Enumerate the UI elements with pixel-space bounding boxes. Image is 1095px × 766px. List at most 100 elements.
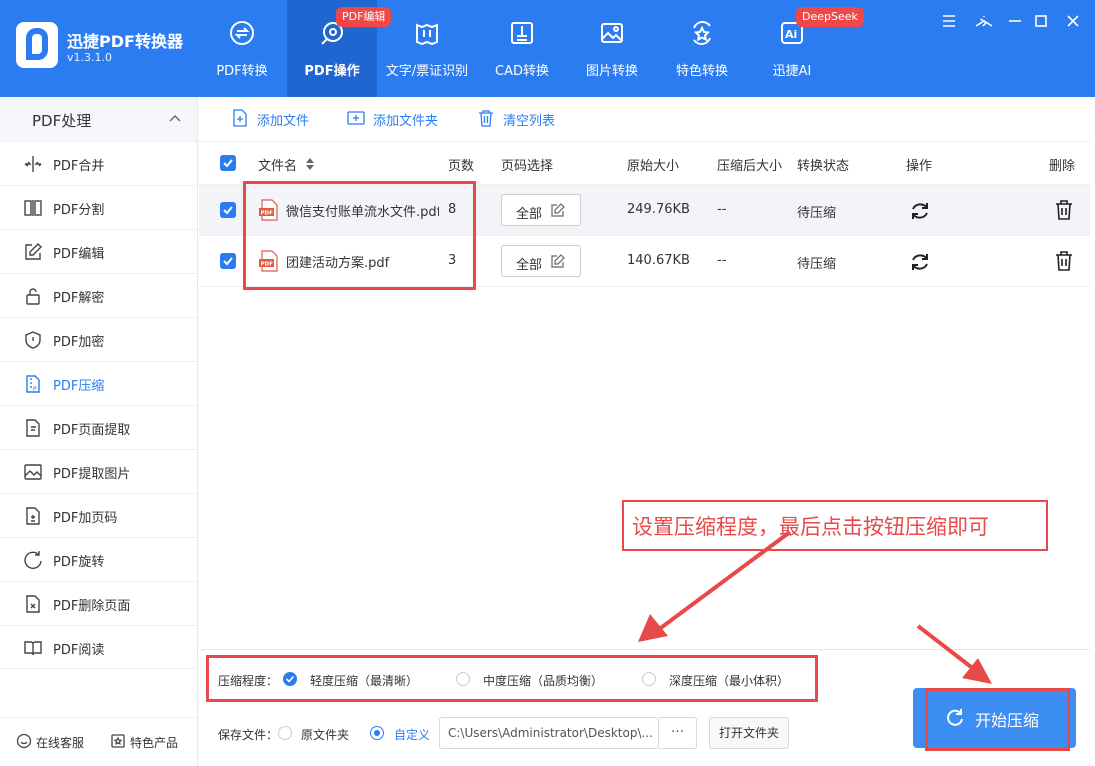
sidebar-item-read[interactable]: PDF阅读	[0, 625, 197, 669]
radio-original-folder[interactable]	[278, 726, 292, 740]
refresh-icon[interactable]	[909, 200, 931, 222]
sidebar-item-encrypt[interactable]: PDF加密	[0, 317, 197, 361]
file-list-empty-area	[199, 287, 1090, 649]
tab-pdf-convert[interactable]: PDF转换	[197, 0, 287, 97]
convert-status: 待压缩	[797, 206, 837, 221]
sidebar-header-label: PDF处理	[32, 112, 92, 130]
annotation-text: 设置压缩程度，最后点击按钮压缩即可	[632, 515, 989, 539]
column-compressed-size: 压缩后大小	[717, 159, 783, 174]
sidebar-item-merge[interactable]: PDF合并	[0, 141, 197, 185]
sidebar-item-edit[interactable]: PDF编辑	[0, 229, 197, 273]
sidebar-item-label: PDF解密	[53, 291, 105, 306]
sidebar-item-label: PDF删除页面	[53, 599, 131, 614]
sidebar-item-label: PDF加密	[53, 335, 105, 350]
sidebar-item-label: PDF合并	[53, 159, 105, 174]
shield-icon	[25, 331, 41, 349]
compressed-size: --	[717, 202, 727, 217]
filename-highlight-box	[243, 181, 476, 290]
sidebar-item-split[interactable]: PDF分割	[0, 185, 197, 229]
app-version: v1.3.1.0	[67, 51, 112, 64]
start-button-highlight-box	[925, 688, 1070, 751]
compressed-size: --	[717, 253, 727, 268]
radio-custom-folder[interactable]	[370, 726, 384, 740]
sidebar-item-decrypt[interactable]: PDF解密	[0, 273, 197, 317]
sidebar-item-label: PDF提取图片	[53, 467, 131, 482]
refresh-icon[interactable]	[909, 251, 931, 273]
tab-special[interactable]: 特色转换	[657, 0, 747, 97]
convert-icon	[230, 21, 254, 45]
sidebar-item-rotate[interactable]: PDF旋转	[0, 537, 197, 581]
select-all-checkbox[interactable]	[220, 155, 236, 171]
tab-label: 特色转换	[675, 64, 728, 79]
headset-icon	[16, 733, 32, 749]
page-select-button[interactable]: 全部	[501, 194, 581, 226]
row-checkbox[interactable]	[220, 253, 236, 269]
row-checkbox[interactable]	[220, 202, 236, 218]
sidebar-item-compress[interactable]: P PDF压缩	[0, 361, 197, 405]
sidebar-item-label: PDF阅读	[53, 643, 105, 658]
custom-folder-label[interactable]: 自定义	[394, 726, 430, 743]
menu-icon[interactable]	[938, 10, 960, 32]
column-original-size: 原始大小	[627, 159, 680, 174]
edit-icon	[551, 203, 565, 217]
sidebar-item-extract-page[interactable]: PDF页面提取	[0, 405, 197, 449]
image-icon	[24, 464, 42, 480]
title-bar: 迅捷PDF转换器 v1.3.1.0 PDF转换 PDF操作 PDF编辑 文字/票…	[0, 0, 1095, 97]
book-icon	[24, 641, 42, 656]
check-icon	[223, 159, 233, 168]
minimize-icon[interactable]	[1004, 10, 1026, 32]
tab-label: PDF操作	[304, 64, 360, 79]
app-logo	[16, 22, 58, 68]
gift-icon	[111, 734, 125, 748]
check-icon	[223, 206, 233, 215]
tab-label: 文字/票证识别	[385, 64, 469, 79]
column-pages: 页数	[448, 159, 475, 174]
sidebar-item-label: PDF压缩	[53, 379, 105, 394]
chevron-up-icon	[169, 115, 181, 122]
sidebar-item-page-number[interactable]: PDF加页码	[0, 493, 197, 537]
sidebar-item-label: PDF旋转	[53, 555, 105, 570]
tab-image[interactable]: 图片转换	[567, 0, 657, 97]
delete-icon[interactable]	[1054, 199, 1074, 221]
sidebar-item-label: PDF分割	[53, 203, 105, 218]
skin-icon[interactable]	[973, 10, 995, 32]
svg-text:Ai: Ai	[785, 28, 797, 41]
save-path-input[interactable]	[439, 717, 659, 749]
svg-text:P: P	[33, 386, 37, 393]
tab-label: 图片转换	[585, 64, 638, 79]
add-file-icon	[233, 109, 247, 127]
save-file-label: 保存文件：	[218, 728, 279, 742]
original-folder-label[interactable]: 原文件夹	[301, 726, 349, 743]
tab-ocr[interactable]: 文字/票证识别	[382, 0, 472, 97]
tab-label: PDF转换	[216, 64, 268, 79]
merge-icon	[24, 156, 42, 172]
split-icon	[24, 200, 42, 216]
sidebar-item-extract-image[interactable]: PDF提取图片	[0, 449, 197, 493]
maximize-icon[interactable]	[1030, 10, 1052, 32]
trash-icon	[479, 110, 493, 127]
edit-icon	[25, 243, 42, 260]
original-size: 249.76KB	[627, 202, 690, 217]
column-filename[interactable]: 文件名	[258, 155, 297, 174]
column-page-select: 页码选择	[501, 159, 554, 174]
special-products-label: 特色产品	[130, 736, 179, 750]
column-status: 转换状态	[797, 159, 850, 174]
compress-icon: P	[26, 375, 40, 393]
page-select-button[interactable]: 全部	[501, 245, 581, 277]
add-folder-icon	[347, 111, 365, 125]
close-icon[interactable]	[1062, 10, 1084, 32]
pdf-edit-badge: PDF编辑	[336, 7, 392, 27]
tab-cad[interactable]: CAD转换	[477, 0, 567, 97]
file-table-header: 文件名 页数 页码选择 原始大小 压缩后大小 转换状态 操作 删除	[199, 141, 1090, 185]
delete-icon[interactable]	[1054, 250, 1074, 272]
compression-highlight-box	[206, 655, 818, 702]
open-folder-button[interactable]: 打开文件夹	[709, 717, 789, 749]
delete-page-icon	[26, 595, 40, 613]
sidebar-item-delete-page[interactable]: PDF删除页面	[0, 581, 197, 625]
browse-button[interactable]: ···	[659, 717, 697, 749]
tab-label: CAD转换	[495, 64, 549, 79]
sidebar-header[interactable]: PDF处理	[0, 97, 197, 141]
sidebar: PDF处理 PDF合并 PDF分割 PDF编辑 PDF解密 PDF加密 P PD…	[0, 97, 198, 766]
sort-icon[interactable]	[306, 158, 314, 170]
rotate-icon	[24, 551, 42, 570]
